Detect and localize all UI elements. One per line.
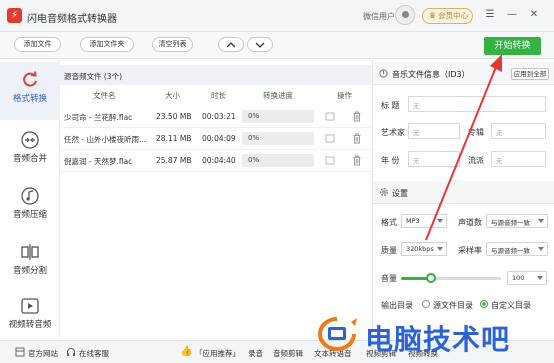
clear-list-button[interactable]: 清空列表: [152, 37, 193, 52]
chevron-down-icon: [538, 247, 544, 251]
apply-to-all-button[interactable]: 应用到全部: [511, 68, 549, 80]
watermark-logo-icon: [318, 317, 357, 351]
sidebar-item-audio-merge[interactable]: 音频合并: [0, 122, 60, 180]
file-size: 23.50 MB: [156, 112, 192, 121]
column-header-actions: 操作: [337, 91, 352, 100]
bottom-link-audio-edit[interactable]: 音频剪辑: [273, 348, 303, 359]
folder-icon[interactable]: [325, 155, 335, 166]
chevron-down-icon: [538, 219, 544, 223]
volume-slider-handle[interactable]: [426, 273, 436, 283]
artist-label: 艺术家: [381, 128, 405, 137]
chevron-down-icon: [537, 276, 543, 280]
merge-icon: [21, 131, 39, 149]
app-title: 闪电音频格式转换器: [27, 14, 117, 25]
progress-bar: 0%: [242, 132, 314, 145]
file-size: 25.87 MB: [156, 156, 192, 165]
quality-label: 质量: [381, 246, 397, 255]
file-name: 任然 - 山外小楼夜听雨...: [64, 135, 147, 144]
sidebar-item-audio-split[interactable]: 音频分割: [0, 234, 60, 292]
vip-center-button[interactable]: ♛ 会员中心: [422, 8, 473, 24]
add-file-button[interactable]: 添加文件: [14, 37, 61, 52]
column-header-size: 大小: [165, 91, 180, 100]
sidebar-item-video-to-audio[interactable]: 视频转音频: [0, 288, 60, 346]
app-logo-icon: ⚡: [7, 8, 22, 23]
file-name: 倪嘉润 - 天然梦.flac: [64, 157, 133, 166]
source-dir-label: 源文件目录: [433, 301, 473, 310]
bottom-link-record[interactable]: 录音: [248, 348, 263, 359]
sidebar: 格式转换 音频合并 音频压缩 音频分割 视频转音频: [0, 60, 60, 340]
file-size: 28.11 MB: [156, 134, 192, 143]
sidebar-item-label: 视频转音频: [8, 320, 52, 330]
sidebar-item-label: 格式转换: [12, 94, 47, 104]
column-header-name: 文件名: [93, 91, 116, 100]
home-icon: [15, 347, 25, 357]
official-website-link[interactable]: 官方网站: [28, 348, 58, 359]
table-row[interactable]: 倪嘉润 - 天然梦.flac 25.87 MB 00:04:40 0%: [60, 150, 372, 172]
folder-icon[interactable]: [325, 133, 335, 144]
sidebar-item-audio-compress[interactable]: 音频压缩: [0, 178, 60, 236]
menu-icon[interactable]: ☰: [483, 8, 497, 22]
format-label: 格式: [381, 218, 397, 227]
watermark-text: 电脑技术吧: [365, 323, 511, 356]
file-name: 少司命 - 兰花醉.flac: [64, 113, 133, 122]
year-label: 年 份: [381, 156, 400, 165]
title-bar: ⚡ 闪电音频格式转换器 微信用户 ♛ 会员中心 ☰ — ✕: [0, 0, 554, 32]
folder-icon[interactable]: [325, 111, 335, 122]
file-duration: 00:03:21: [202, 112, 236, 121]
file-list-panel: 源音频文件 (3个): [60, 60, 372, 340]
move-down-button[interactable]: [247, 37, 273, 52]
title-label: 标 题: [381, 101, 400, 110]
chevron-up-icon: [226, 42, 236, 48]
headset-icon: [67, 348, 75, 356]
volume-slider[interactable]: [401, 273, 501, 283]
file-duration: 00:04:40: [202, 156, 236, 165]
column-header-progress: 转换进度: [263, 91, 293, 100]
source-dir-radio[interactable]: [422, 300, 430, 308]
refresh-icon: [23, 71, 37, 87]
settings-section-title: 设置: [392, 189, 408, 198]
gear-icon: [380, 188, 388, 196]
volume-label: 音量: [381, 274, 397, 283]
progress-bar: 0%: [242, 154, 314, 167]
sidebar-item-label: 音频分割: [12, 266, 47, 276]
watermark: 电脑技术吧: [313, 312, 543, 356]
volume-value-select[interactable]: 100: [507, 271, 547, 285]
output-dir-label: 输出目录: [381, 301, 413, 310]
file-list-header: 源音频文件 (3个): [60, 65, 372, 85]
sidebar-item-label: 音频合并: [12, 154, 47, 164]
add-folder-button[interactable]: 添加文件夹: [80, 37, 134, 52]
file-count: 源音频文件 (3个): [64, 72, 123, 81]
close-icon[interactable]: ✕: [527, 8, 541, 22]
avatar[interactable]: [395, 5, 415, 25]
tag-icon: [379, 69, 388, 78]
column-header-duration: 时长: [211, 91, 226, 100]
file-duration: 00:04:09: [202, 134, 236, 143]
annotation-arrow-icon: [425, 54, 502, 241]
table-row[interactable]: 任然 - 山外小楼夜听雨... 28.11 MB 00:04:09 0%: [60, 128, 372, 150]
trash-icon[interactable]: [352, 133, 362, 144]
table-row[interactable]: 少司命 - 兰花醉.flac 23.50 MB 00:03:21 0%: [60, 106, 372, 128]
minimize-icon[interactable]: —: [505, 8, 519, 22]
chevron-down-icon: [255, 42, 265, 48]
move-up-button[interactable]: [218, 37, 244, 52]
sidebar-item-label: 音频压缩: [12, 210, 47, 220]
progress-bar: 0%: [242, 110, 314, 123]
trash-icon[interactable]: [352, 155, 362, 166]
music-note-icon: [21, 187, 39, 205]
play-icon: [21, 298, 39, 314]
thumbs-up-icon: 👍: [180, 346, 193, 357]
sidebar-item-format-convert[interactable]: 格式转换: [0, 62, 60, 120]
crown-icon: ♛: [429, 11, 437, 20]
custom-dir-radio[interactable]: [480, 300, 488, 308]
custom-dir-label: 自定义目录: [491, 301, 531, 310]
split-icon: [21, 244, 39, 260]
wechat-user-label[interactable]: 微信用户: [363, 11, 395, 22]
online-service-link[interactable]: 在线客服: [79, 348, 109, 359]
trash-icon[interactable]: [352, 111, 362, 122]
app-recommend-label: 「应用推荐」: [195, 349, 240, 358]
